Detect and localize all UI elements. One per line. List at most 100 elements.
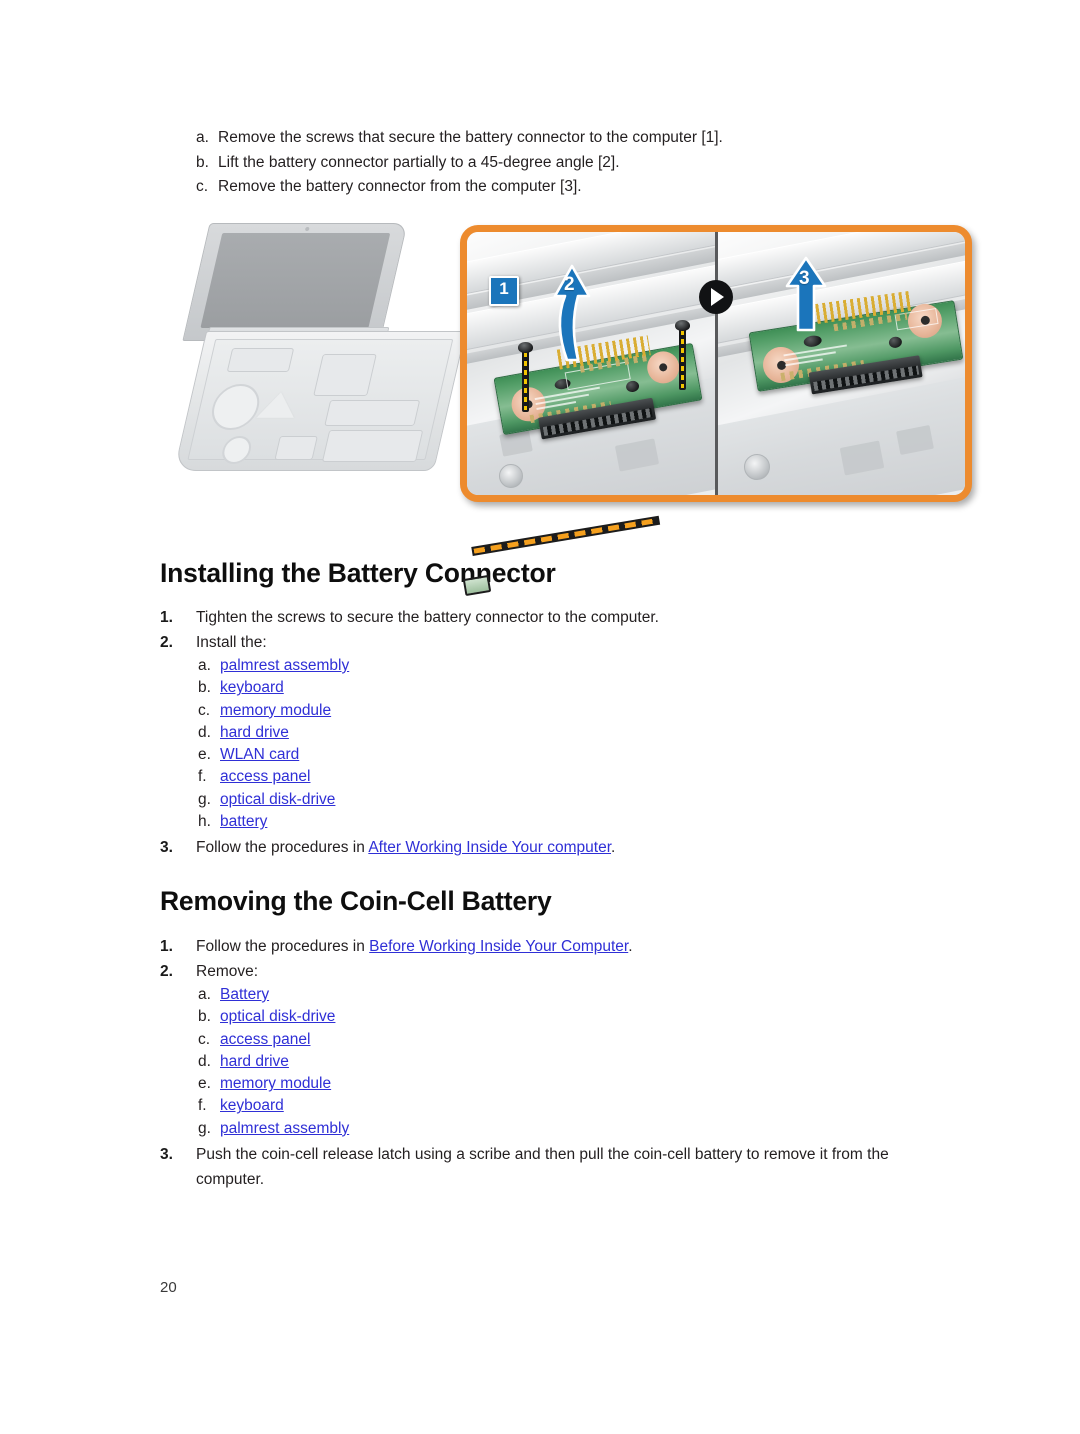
document-page: a. Remove the screws that secure the bat… — [0, 0, 1080, 1434]
page-number: 20 — [160, 1279, 177, 1296]
list-text: Lift the battery connector partially to … — [218, 153, 620, 171]
link-hard-drive[interactable]: hard drive — [220, 722, 289, 744]
arrow-up-curved-icon — [553, 264, 591, 362]
list-item: 2. Install the: — [160, 631, 960, 656]
laptop-base-inner — [187, 339, 454, 464]
webcam-icon — [304, 227, 310, 231]
page-title-installing: Installing the Battery Connector — [160, 558, 556, 588]
list-item: a. Battery — [198, 984, 960, 1006]
list-item: b. keyboard — [198, 677, 960, 699]
list-item: c. access panel — [198, 1029, 960, 1051]
list-marker: c. — [198, 1030, 211, 1048]
detail-panel-left: 1 2 — [467, 232, 716, 495]
detail-panel: 1 2 3 — [460, 225, 972, 502]
list-marker: c. — [198, 701, 211, 719]
link-memory-module[interactable]: memory module — [220, 1073, 331, 1095]
chassis-hole — [499, 464, 523, 488]
list-marker: 2. — [160, 633, 173, 651]
list-marker: 3. — [160, 839, 173, 857]
callout-1-badge: 1 — [489, 276, 519, 306]
list-item: c. Remove the battery connector from the… — [196, 175, 956, 200]
link-optical-disk-drive[interactable]: optical disk-drive — [220, 1006, 335, 1028]
list-marker: b. — [198, 1008, 211, 1026]
list-marker: a. — [198, 657, 211, 674]
list-marker: a. — [198, 986, 211, 1003]
link-palmrest-assembly[interactable]: palmrest assembly — [220, 1118, 349, 1140]
detail-panel-right: 3 — [716, 232, 965, 495]
list-item: b. optical disk-drive — [198, 1006, 960, 1028]
base-feature — [313, 354, 377, 396]
list-marker: e. — [198, 746, 211, 764]
list-item: 1. Tighten the screws to secure the batt… — [160, 606, 960, 631]
list-marker: f. — [198, 768, 207, 786]
list-marker: g. — [198, 1119, 211, 1137]
link-before-working-inside-your-computer[interactable]: Before Working Inside Your Computer — [369, 938, 628, 955]
list-marker: c. — [196, 178, 209, 195]
list-item: e. memory module — [198, 1073, 960, 1095]
list-marker: 1. — [160, 938, 173, 955]
list-marker: 2. — [160, 962, 173, 980]
link-battery[interactable]: battery — [220, 811, 267, 833]
link-battery[interactable]: Battery — [220, 984, 269, 1006]
remove-components-list: a. Battery b. optical disk-drive c. acce… — [198, 984, 960, 1140]
list-item: g. optical disk-drive — [198, 789, 960, 811]
list-item: 3. Follow the procedures in After Workin… — [160, 836, 960, 861]
list-item: a. palmrest assembly — [198, 655, 960, 677]
list-item: 3. Push the coin-cell release latch usin… — [160, 1143, 960, 1192]
top-steps-list: a. Remove the screws that secure the bat… — [196, 126, 956, 200]
list-text: Remove the screws that secure the batter… — [218, 129, 723, 146]
link-wlan-card[interactable]: WLAN card — [220, 744, 299, 766]
callout-3-label: 3 — [799, 268, 810, 289]
link-hard-drive[interactable]: hard drive — [220, 1051, 289, 1073]
list-marker: d. — [198, 723, 211, 741]
installing-steps: 1. Tighten the screws to secure the batt… — [160, 606, 960, 861]
callout-2-arrow: 2 — [545, 252, 591, 362]
zoom-pointer-line — [471, 515, 661, 556]
list-marker: b. — [198, 679, 211, 697]
step1-prefix: Follow the procedures in — [196, 938, 370, 955]
link-access-panel[interactable]: access panel — [220, 766, 310, 788]
triangle-cutout — [256, 392, 301, 418]
list-marker: d. — [198, 1052, 211, 1070]
list-marker: a. — [196, 129, 209, 146]
link-palmrest-assembly[interactable]: palmrest assembly — [220, 655, 349, 677]
link-optical-disk-drive[interactable]: optical disk-drive — [220, 789, 335, 811]
list-item: d. hard drive — [198, 722, 960, 744]
link-keyboard[interactable]: keyboard — [220, 1095, 284, 1117]
list-marker: b. — [196, 153, 209, 171]
step1-suffix: . — [628, 938, 633, 955]
list-text: Remove the battery connector from the co… — [218, 178, 582, 195]
list-text: Push the coin-cell release latch using a… — [196, 1146, 889, 1188]
link-access-panel[interactable]: access panel — [220, 1029, 310, 1051]
list-text: Follow the procedures in After Working I… — [196, 836, 960, 861]
board-component — [802, 334, 823, 349]
screw-head-right — [675, 320, 690, 331]
link-memory-module[interactable]: memory module — [220, 700, 331, 722]
callout-3-arrow: 3 — [782, 252, 828, 332]
list-item: f. access panel — [198, 766, 960, 788]
list-text: Follow the procedures in Before Working … — [196, 935, 960, 960]
list-item: h. battery — [198, 811, 960, 833]
list-marker: 3. — [160, 1146, 173, 1164]
list-text: Install the: — [196, 633, 267, 651]
install-components-list: a. palmrest assembly b. keyboard c. memo… — [198, 655, 960, 833]
list-item: e. WLAN card — [198, 744, 960, 766]
base-feature — [324, 400, 421, 426]
list-marker: h. — [198, 813, 211, 831]
fan-outline — [207, 384, 264, 430]
page-title-removing: Removing the Coin-Cell Battery — [160, 886, 552, 916]
link-after-working-inside-your-computer[interactable]: After Working Inside Your computer — [368, 839, 611, 856]
list-item: d. hard drive — [198, 1051, 960, 1073]
screw-path-right — [679, 328, 686, 390]
removing-steps: 1. Follow the procedures in Before Worki… — [160, 935, 960, 1192]
board-component — [888, 335, 903, 349]
link-keyboard[interactable]: keyboard — [220, 677, 284, 699]
chassis-hole — [744, 454, 770, 480]
screw-path-left — [522, 350, 529, 412]
panel-divider — [714, 232, 718, 495]
base-feature — [321, 430, 424, 462]
list-item: g. palmrest assembly — [198, 1118, 960, 1140]
laptop-base — [173, 331, 467, 471]
zoom-pointer-origin — [462, 574, 492, 597]
list-item: 1. Follow the procedures in Before Worki… — [160, 935, 960, 960]
